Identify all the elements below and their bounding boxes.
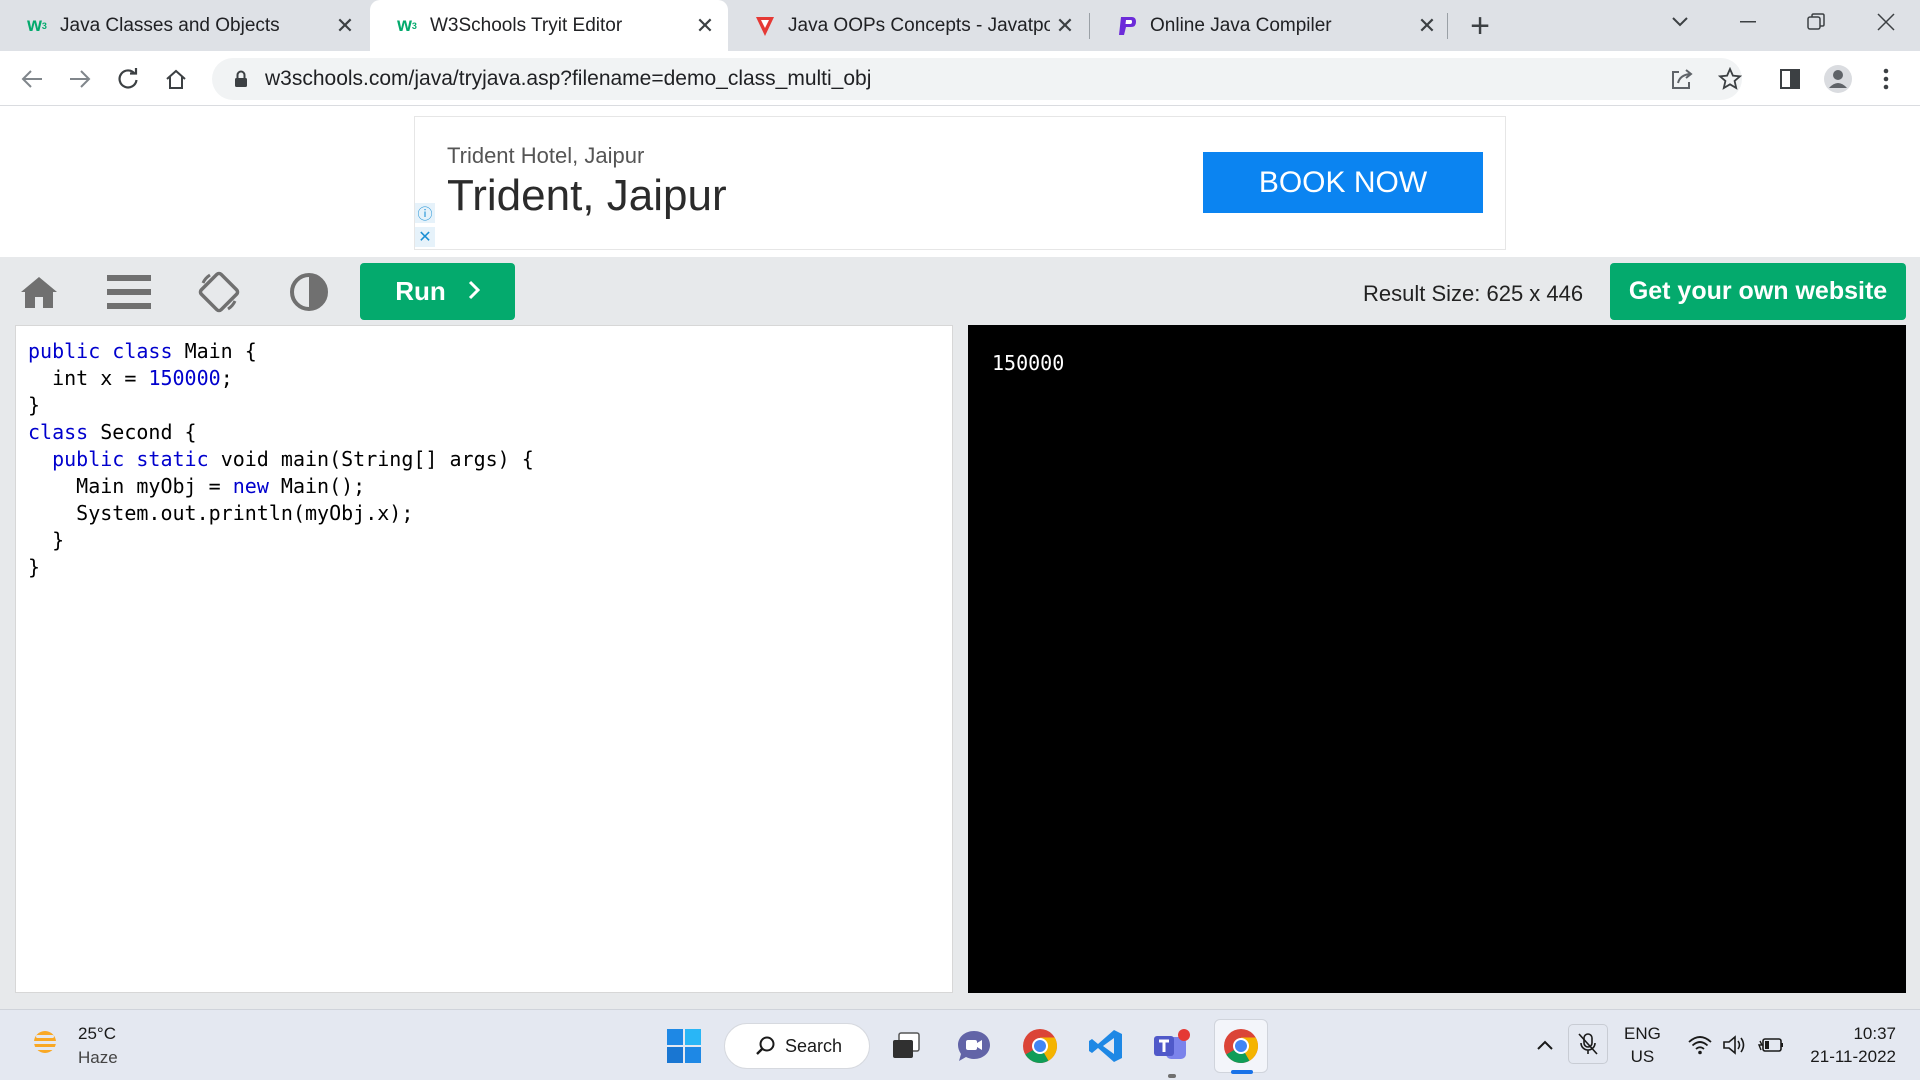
home-icon[interactable]: [14, 267, 64, 317]
tryit-workarea: public class Main { int x = 150000;} clas…: [0, 325, 1920, 1009]
close-icon[interactable]: ✕: [1050, 11, 1080, 41]
close-icon[interactable]: ✕: [690, 11, 720, 41]
minimize-icon[interactable]: [1720, 0, 1776, 44]
ad-info-icon[interactable]: ⓘ: [415, 203, 435, 223]
wifi-icon[interactable]: [1686, 1028, 1714, 1062]
taskbar-search[interactable]: Search: [724, 1023, 870, 1069]
microphone-muted-icon[interactable]: [1568, 1024, 1608, 1064]
windows-taskbar: 25°C Haze Search ENG US 10:37 21-11-2022: [0, 1009, 1920, 1080]
code-line[interactable]: System.out.println(myObj.x);: [28, 500, 534, 527]
windows-start-icon[interactable]: [660, 1022, 708, 1070]
tab-title: W3Schools Tryit Editor: [430, 14, 623, 36]
lock-icon[interactable]: [229, 67, 253, 91]
program-output: 150000: [992, 351, 1065, 375]
active-indicator: [1231, 1070, 1253, 1074]
w3schools-icon: w3: [397, 14, 417, 36]
run-label: Run: [395, 276, 446, 306]
code-line[interactable]: }: [28, 392, 534, 419]
code-editor[interactable]: public class Main { int x = 150000;} clas…: [15, 325, 953, 993]
code-line[interactable]: }: [28, 527, 534, 554]
clock-date: 21-11-2022: [1810, 1047, 1896, 1066]
address-bar[interactable]: w3schools.com/java/tryjava.asp?filename=…: [212, 58, 1742, 100]
result-size-label: Result Size: 625 x 446: [1363, 281, 1584, 306]
javatpoint-icon: [754, 15, 776, 37]
clock-time: 10:37: [1853, 1024, 1896, 1043]
language-indicator[interactable]: ENG US: [1624, 1022, 1661, 1068]
menu-kebab-icon[interactable]: [1868, 61, 1904, 97]
run-button[interactable]: Run: [360, 263, 515, 320]
tab-tryit-editor[interactable]: w3 W3Schools Tryit Editor ✕: [370, 0, 728, 51]
home-icon[interactable]: [158, 61, 194, 97]
weather-description: Haze: [78, 1048, 118, 1067]
result-pane: 150000: [968, 325, 1906, 993]
share-icon[interactable]: [1664, 61, 1700, 97]
tab-search-chevron-icon[interactable]: [1652, 0, 1708, 44]
show-hidden-icons-chevron-icon[interactable]: [1530, 1028, 1560, 1062]
programiz-icon: [1116, 15, 1138, 37]
teams-icon[interactable]: [1148, 1022, 1196, 1078]
ad-subtitle: Trident Hotel, Jaipur: [447, 143, 645, 168]
teams-chat-icon[interactable]: [950, 1022, 998, 1070]
running-indicator: [1168, 1074, 1176, 1078]
chevron-right-icon: [468, 276, 480, 307]
book-now-button[interactable]: BOOK NOW: [1203, 152, 1483, 213]
battery-charging-icon[interactable]: [1756, 1028, 1786, 1062]
chrome-icon[interactable]: [1016, 1022, 1064, 1070]
weather-widget[interactable]: 25°C Haze: [28, 1022, 118, 1070]
restore-icon[interactable]: [1788, 0, 1844, 44]
haze-weather-icon: [28, 1027, 62, 1066]
code-content[interactable]: public class Main { int x = 150000;} clas…: [28, 338, 534, 581]
new-tab-button[interactable]: +: [1462, 7, 1498, 45]
back-arrow-icon[interactable]: [14, 61, 50, 97]
dark-mode-toggle-icon[interactable]: [284, 267, 334, 317]
tab-title: Java Classes and Objects: [60, 14, 280, 36]
tab-java-classes[interactable]: w3 Java Classes and Objects ✕: [0, 0, 368, 51]
bookmark-star-icon[interactable]: [1712, 61, 1748, 97]
code-line[interactable]: public class Main {: [28, 338, 534, 365]
volume-icon[interactable]: [1720, 1028, 1750, 1062]
side-panel-icon[interactable]: [1772, 61, 1808, 97]
code-line[interactable]: class Second {: [28, 419, 534, 446]
code-line[interactable]: public static void main(String[] args) {: [28, 446, 534, 473]
task-view-icon[interactable]: [882, 1022, 930, 1070]
menu-hamburger-icon[interactable]: [104, 267, 154, 317]
browser-tab-strip: w3 Java Classes and Objects ✕ w3 W3Schoo…: [0, 0, 1920, 51]
url-text: w3schools.com/java/tryjava.asp?filename=…: [265, 67, 872, 90]
rotate-orientation-icon[interactable]: [194, 267, 244, 317]
tab-javatpoint[interactable]: Java OOPs Concepts - Javatpoint ✕: [728, 0, 1088, 51]
close-icon[interactable]: ✕: [1412, 11, 1442, 41]
system-clock[interactable]: 10:37 21-11-2022: [1800, 1022, 1896, 1068]
w3schools-icon: w3: [27, 14, 47, 36]
close-window-icon[interactable]: [1858, 0, 1914, 44]
chrome-active-icon[interactable]: [1214, 1019, 1268, 1074]
search-label: Search: [785, 1035, 843, 1056]
browser-toolbar: w3schools.com/java/tryjava.asp?filename=…: [0, 51, 1920, 106]
region-code: US: [1630, 1047, 1655, 1066]
advertisement-banner[interactable]: Trident Hotel, Jaipur Trident, Jaipur BO…: [414, 116, 1506, 250]
reload-icon[interactable]: [110, 61, 146, 97]
weather-temperature: 25°C: [78, 1024, 116, 1043]
language-code: ENG: [1624, 1024, 1661, 1043]
forward-arrow-icon[interactable]: [62, 61, 98, 97]
close-icon[interactable]: ✕: [330, 11, 360, 41]
code-line[interactable]: Main myObj = new Main();: [28, 473, 534, 500]
ad-close-icon[interactable]: ✕: [415, 227, 435, 247]
ad-headline: Trident, Jaipur: [447, 171, 727, 220]
tab-title: Java OOPs Concepts - Javatpoint: [788, 14, 1050, 36]
tryit-toolbar: Run Result Size: 625 x 446 Get your own …: [0, 257, 1920, 325]
tab-online-java-compiler[interactable]: Online Java Compiler ✕: [1090, 0, 1450, 51]
vscode-icon[interactable]: [1082, 1022, 1130, 1070]
code-line[interactable]: }: [28, 554, 534, 581]
profile-avatar-icon[interactable]: [1820, 61, 1856, 97]
search-icon: [755, 1035, 777, 1062]
get-your-own-website-button[interactable]: Get your own website: [1610, 263, 1906, 320]
code-line[interactable]: int x = 150000;: [28, 365, 534, 392]
tab-title: Online Java Compiler: [1150, 14, 1332, 36]
tab-separator: [1447, 13, 1448, 39]
